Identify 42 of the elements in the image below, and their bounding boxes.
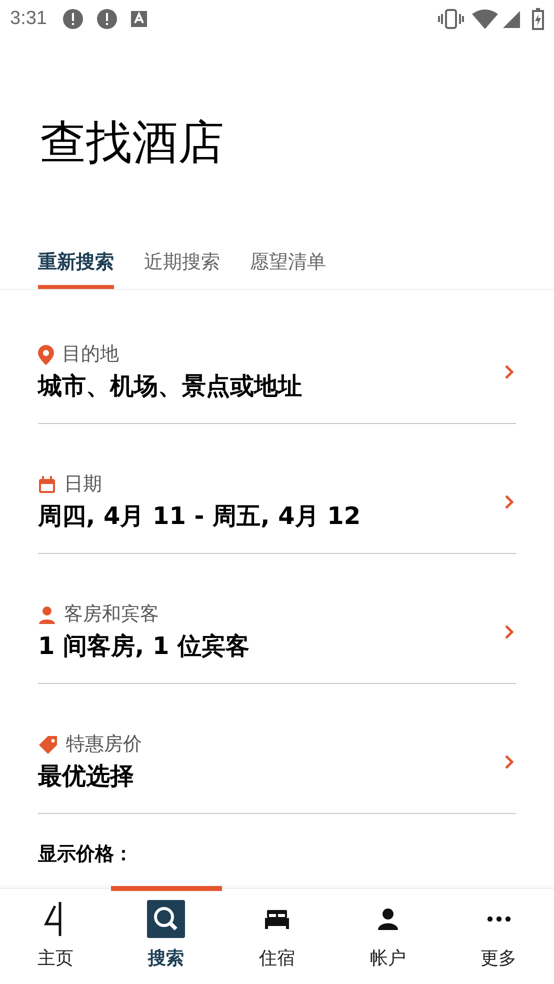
battery-icon [532, 8, 544, 30]
alert-icon [96, 9, 117, 29]
field-value: 周四, 4月 11 - 周五, 4月 12 [38, 500, 362, 532]
vibrate-icon [438, 9, 464, 29]
nav-item[interactable]: 主页 [0, 886, 111, 984]
person-icon [378, 908, 398, 930]
search-icon [147, 900, 186, 938]
nav-item[interactable]: 住宿 [222, 886, 332, 984]
nav-item[interactable]: 帐户 [332, 886, 444, 984]
wifi-icon [472, 9, 498, 29]
calendar-icon [38, 476, 56, 494]
field-label: 日期 [64, 472, 102, 498]
nav-item[interactable]: 搜索 [110, 886, 222, 984]
alert-icon [62, 9, 83, 29]
status-time: 3:31 [10, 6, 47, 31]
signal-icon [502, 9, 522, 29]
field-label: 特惠房价 [66, 732, 142, 758]
nav-item[interactable]: 更多 [443, 886, 554, 984]
tab[interactable]: 重新搜索 [38, 240, 114, 289]
field-value: 城市、机场、景点或地址 [38, 370, 303, 402]
section-heading: 显示价格： [38, 842, 134, 867]
field-label: 客房和宾客 [64, 602, 159, 628]
search-field[interactable]: 特惠房价 最优选择 [38, 706, 516, 814]
tab[interactable]: 近期搜索 [144, 240, 220, 289]
field-label: 目的地 [62, 342, 119, 368]
bed-icon [264, 909, 289, 929]
chevron-right-icon [504, 624, 514, 638]
person-icon [38, 606, 56, 624]
chevron-right-icon [504, 494, 514, 508]
font-icon [130, 11, 147, 27]
search-field[interactable]: 日期 周四, 4月 11 - 周五, 4月 12 [38, 446, 516, 554]
search-field[interactable]: 客房和宾客 1 间客房, 1 位宾客 [38, 576, 516, 684]
field-value: 最优选择 [38, 760, 135, 792]
chevron-right-icon [504, 364, 514, 378]
search-field[interactable]: 目的地 城市、机场、景点或地址 [38, 316, 516, 424]
chevron-right-icon [504, 754, 514, 768]
tab[interactable]: 愿望清单 [250, 240, 326, 289]
tag-icon [38, 734, 58, 754]
field-value: 1 间客房, 1 位宾客 [38, 630, 251, 662]
more-icon [486, 916, 511, 922]
page-title: 查找酒店 [39, 114, 225, 171]
location-pin-icon [38, 344, 54, 364]
